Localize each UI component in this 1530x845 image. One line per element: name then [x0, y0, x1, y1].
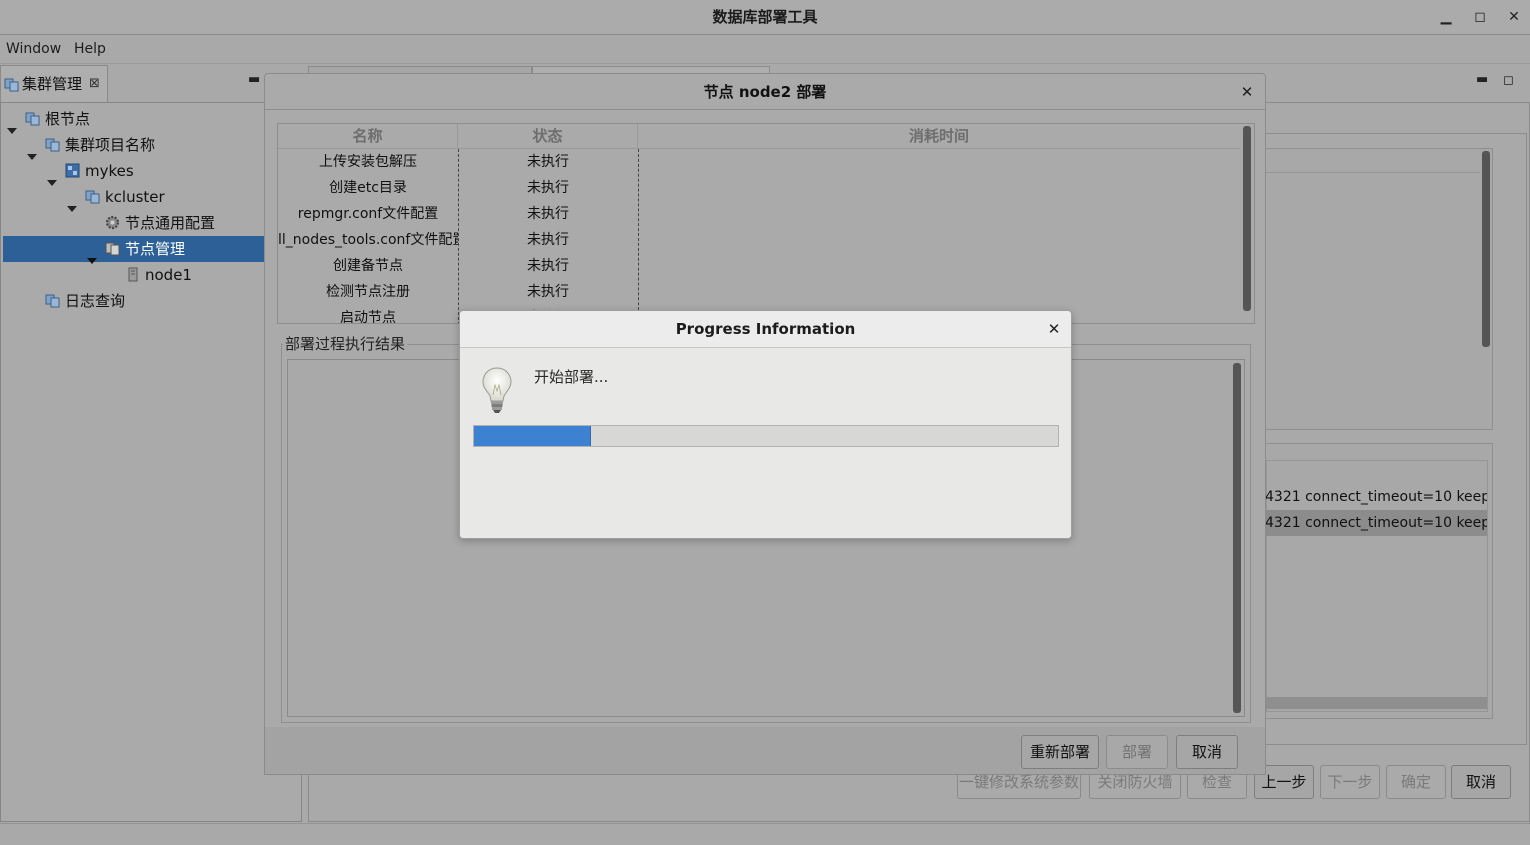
- step-name[interactable]: 检测节点注册: [278, 279, 458, 305]
- tree-label: 日志查询: [65, 292, 126, 310]
- step-name[interactable]: 创建备节点: [278, 253, 458, 279]
- tree-item-project[interactable]: 集群项目名称: [1, 132, 301, 160]
- log-row[interactable]: 4321 connect_timeout=10 keepaliv: [1265, 484, 1487, 510]
- close-icon[interactable]: ✕: [1497, 0, 1530, 34]
- step-status[interactable]: 未执行: [458, 279, 638, 305]
- maximize-icon[interactable]: ◻: [1463, 0, 1497, 34]
- tree-label: node1: [145, 266, 192, 284]
- panel-minimize-icon[interactable]: ▬: [248, 72, 260, 87]
- tree-item-node1[interactable]: node1: [1, 262, 301, 288]
- progress-message: 开始部署...: [534, 368, 609, 386]
- step-status[interactable]: 未执行: [458, 201, 638, 227]
- folder-node-icon: [45, 294, 60, 308]
- database-icon: [65, 163, 80, 178]
- tree-label: kcluster: [105, 188, 165, 206]
- tab-cluster-management[interactable]: 集群管理 ⊠: [0, 65, 108, 102]
- menu-window[interactable]: Window: [6, 35, 61, 64]
- next-step-button[interactable]: 下一步: [1320, 765, 1380, 799]
- config-list: [1265, 148, 1493, 430]
- horizontal-scrollbar[interactable]: [1265, 697, 1487, 709]
- panel-minimize-icon[interactable]: ▬: [1476, 72, 1488, 87]
- step-status[interactable]: 未执行: [458, 149, 638, 175]
- server-icon: [128, 267, 138, 282]
- column-header-time[interactable]: 消耗时间: [638, 124, 1240, 149]
- progress-dialog: Progress Information ✕ 开始部署...: [459, 310, 1072, 539]
- tree-item-node-management[interactable]: 节点管理: [3, 236, 265, 264]
- tab-close-icon[interactable]: ⊠: [89, 66, 100, 102]
- gear-icon: [105, 215, 120, 230]
- step-name[interactable]: 启动节点: [278, 305, 458, 323]
- close-icon[interactable]: ✕: [1235, 74, 1259, 110]
- panel-maximize-icon[interactable]: ◻: [1503, 73, 1514, 88]
- window-title: 数据库部署工具: [712, 8, 818, 26]
- tree-label: 节点管理: [125, 240, 186, 258]
- scrollbar[interactable]: [1482, 151, 1490, 347]
- progress-bar-fill: [474, 426, 591, 446]
- folder-node-icon: [45, 138, 60, 152]
- tree-item-log-query[interactable]: 日志查询: [1, 288, 301, 314]
- tree-label: 节点通用配置: [125, 214, 216, 232]
- ok-button[interactable]: 确定: [1386, 765, 1446, 799]
- step-name[interactable]: ll_nodes_tools.conf文件配置: [278, 227, 458, 253]
- server-group-icon: [105, 242, 120, 256]
- deploy-steps-table: 名称 状态 消耗时间 上传安装包解压 未执行 创建etc目录 未执行 repmg…: [277, 123, 1255, 324]
- column-header-status[interactable]: 状态: [458, 124, 638, 149]
- tree-label: 集群项目名称: [65, 136, 156, 154]
- scrollbar[interactable]: [1233, 363, 1241, 713]
- dialog-cancel-button[interactable]: 取消: [1176, 735, 1238, 769]
- tree-item-root[interactable]: 根节点: [1, 106, 301, 134]
- folder-node-icon: [25, 112, 40, 126]
- column-header-name[interactable]: 名称: [278, 124, 458, 149]
- tree-item-mykes[interactable]: mykes: [1, 158, 301, 186]
- tree-label: 根节点: [45, 110, 91, 128]
- step-name[interactable]: 创建etc目录: [278, 175, 458, 201]
- minimize-icon[interactable]: ▁: [1429, 0, 1463, 34]
- folder-node-icon: [85, 190, 100, 204]
- lightbulb-icon: [480, 365, 514, 415]
- dialog-title: Progress Information: [460, 311, 1071, 348]
- step-status[interactable]: 未执行: [458, 253, 638, 279]
- step-name[interactable]: repmgr.conf文件配置: [278, 201, 458, 227]
- window-titlebar: 数据库部署工具: [0, 0, 1530, 35]
- cluster-tree: 根节点 集群项目名称 mykes kcluster 节点通用配置 节点管理 no…: [0, 102, 302, 822]
- log-row-selected[interactable]: 4321 connect_timeout=10 keepaliv: [1265, 510, 1487, 536]
- scrollbar[interactable]: [1243, 126, 1251, 311]
- step-name[interactable]: 上传安装包解压: [278, 149, 458, 175]
- tree-label: mykes: [85, 162, 134, 180]
- progress-bar: [473, 425, 1059, 447]
- tree-item-common-config[interactable]: 节点通用配置: [1, 210, 301, 236]
- step-status[interactable]: 未执行: [458, 227, 638, 253]
- menu-bar: Window Help: [0, 35, 1530, 64]
- tree-item-kcluster[interactable]: kcluster: [1, 184, 301, 212]
- status-bar: [0, 823, 1530, 845]
- redeploy-button[interactable]: 重新部署: [1021, 735, 1099, 769]
- cluster-icon: [4, 77, 19, 96]
- result-group-label: 部署过程执行结果: [283, 333, 408, 354]
- column-divider: [638, 149, 639, 323]
- dialog-title: 节点 node2 部署: [265, 74, 1265, 110]
- tab-label: 集群管理: [22, 75, 83, 93]
- deploy-button[interactable]: 部署: [1106, 735, 1168, 769]
- wizard-cancel-button[interactable]: 取消: [1451, 765, 1511, 799]
- step-status[interactable]: 未执行: [458, 175, 638, 201]
- close-icon[interactable]: ✕: [1043, 311, 1065, 348]
- menu-help[interactable]: Help: [74, 35, 106, 64]
